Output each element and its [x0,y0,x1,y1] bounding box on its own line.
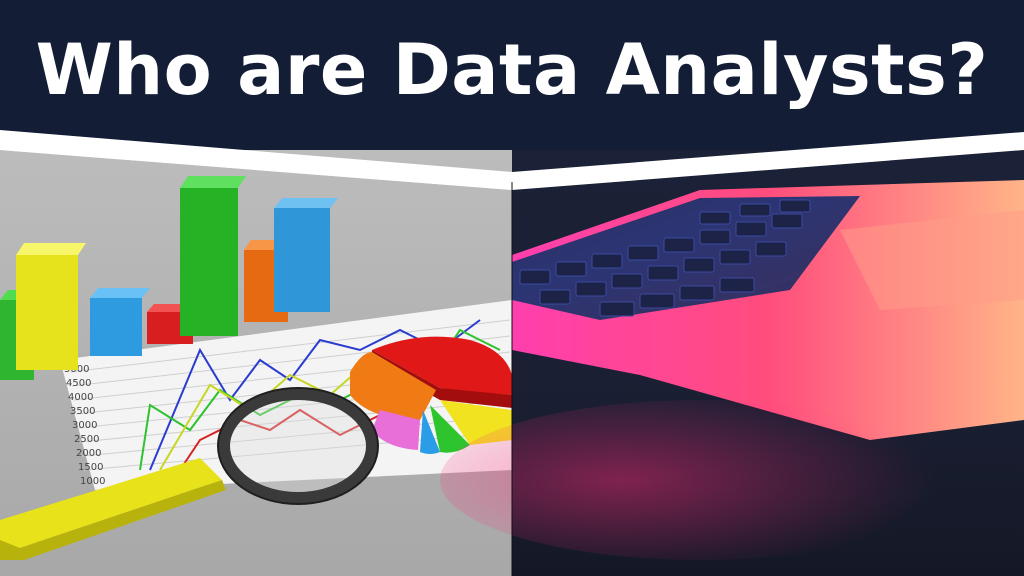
bar [90,298,142,356]
tick-label: 1500 [78,462,103,473]
right-photo-laptop [440,150,1024,576]
reflection-glow [440,400,960,560]
left-photo-analytics: 5000 4500 4000 3500 3000 2500 2000 1500 … [0,150,512,576]
tick-label: 4500 [66,378,91,389]
tick-label: 2000 [76,448,101,459]
bar [180,188,238,336]
tick-label: 1000 [80,476,105,487]
tick-label: 2500 [74,434,99,445]
page-title: Who are Data Analysts? [35,29,989,111]
tick-label: 3000 [72,420,97,431]
bar [274,208,330,312]
tick-label: 3500 [70,406,95,417]
bar [16,255,78,370]
tick-label: 4000 [68,392,93,403]
